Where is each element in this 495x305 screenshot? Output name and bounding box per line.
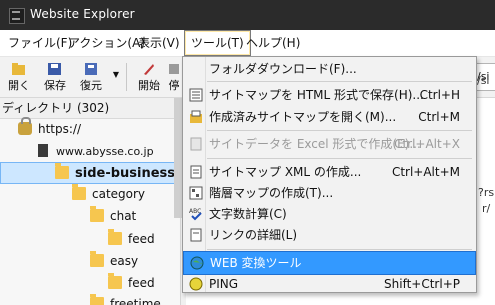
folder-icon (90, 251, 104, 267)
sitemap-icon (189, 88, 203, 102)
folder-icon (108, 229, 122, 245)
menu-item-link-details[interactable]: リンクの詳細(L) (183, 224, 476, 246)
tools-menu: フォルダダウンロード(F)... サイトマップを HTML 形式で保存(H)..… (182, 56, 477, 293)
menu-separator (207, 130, 472, 131)
menu-item-shortcut: Ctrl+H (419, 88, 460, 102)
save-button[interactable]: 保存 (40, 60, 70, 94)
tree-node-label: feed (128, 232, 155, 246)
rocket-icon (144, 64, 154, 75)
menu-separator (207, 81, 472, 82)
menu-item-folder-download[interactable]: フォルダダウンロード(F)... (183, 58, 476, 80)
tree-node-freetime[interactable]: freetime (90, 294, 174, 305)
tree-node-label: chat (110, 209, 137, 223)
folder-icon (72, 184, 86, 200)
tree-node-feed[interactable]: feed (108, 229, 174, 249)
excel-icon (190, 137, 202, 151)
tree-node-label: www.abysse.co.jp (56, 145, 154, 158)
menu-item-shortcut: Shift+Ctrl+P (384, 277, 460, 291)
menu-item-save-html[interactable]: サイトマップを HTML 形式で保存(H)... Ctrl+H (183, 84, 476, 106)
restore-icon (85, 63, 97, 75)
save-label: 保存 (44, 79, 66, 92)
menu-item-web-convert[interactable]: WEB 変換ツール (183, 251, 476, 275)
menu-bar: ファイル(F) アクション(A) 表示(V) ツール(T) ヘルプ(H) (0, 30, 495, 57)
restore-dropdown-icon[interactable]: ▼ (110, 60, 122, 94)
toolbar-separator (126, 63, 127, 91)
link-details-icon (190, 228, 202, 242)
tree-node-host[interactable]: www.abysse.co.jp (36, 141, 176, 161)
menu-separator (207, 249, 472, 250)
menu-item-shortcut: Ctrl+Alt+M (391, 165, 460, 179)
menu-item-hierarchy-map[interactable]: 階層マップの作成(T)... (183, 182, 476, 204)
stop-icon (169, 64, 179, 74)
menu-item-shortcut: Ctrl+M (418, 110, 460, 124)
tree-header: ディレクトリ (302) (0, 98, 182, 119)
menu-item-label: 文字数計算(C) (209, 207, 287, 221)
folder-icon (90, 294, 104, 305)
menu-item-label: 作成済みサイトマップを開く(M)... (209, 110, 397, 124)
menu-item-excel-export: サイトデータを Excel 形式で作成(E)... Ctrl+Alt+X (183, 133, 476, 155)
folder-icon (90, 206, 104, 222)
tree-node-label: easy (110, 254, 139, 268)
tree-node-side-business[interactable]: side-business (0, 162, 180, 184)
save-icon (48, 63, 61, 75)
globe-icon (190, 256, 204, 270)
tree-node-label: feed (128, 276, 155, 290)
tree-node-label: category (92, 187, 146, 201)
tree-node-label: freetime (110, 297, 161, 305)
app-icon (9, 8, 25, 24)
menu-item-label: サイトマップ XML の作成... (209, 165, 362, 179)
menu-item-open-sitemap[interactable]: 作成済みサイトマップを開く(M)... Ctrl+M (183, 106, 476, 128)
menu-item-sitemap-xml[interactable]: サイトマップ XML の作成... Ctrl+Alt+M (183, 161, 476, 183)
open-button[interactable]: 開く (4, 60, 34, 94)
tree-node-feed[interactable]: feed (108, 273, 174, 293)
menu-item-label: リンクの詳細(L) (209, 228, 298, 242)
stop-button[interactable]: 停 (166, 60, 182, 94)
tree-node-category[interactable]: category (72, 184, 172, 204)
hierarchy-icon (189, 186, 203, 200)
menu-help[interactable]: ヘルプ(H) (240, 30, 306, 56)
tree-node-https[interactable]: https:// (18, 117, 178, 139)
menu-item-char-count[interactable]: ABC 文字数計算(C) (183, 203, 476, 225)
menu-item-label: サイトデータを Excel 形式で作成(E)... (209, 137, 421, 151)
open-folder-icon (12, 63, 25, 75)
menu-item-ping[interactable]: PING Shift+Ctrl+P (183, 273, 476, 295)
restore-button[interactable]: 復元 (76, 60, 106, 94)
tree-node-label: side-business (75, 166, 176, 181)
menu-separator (207, 158, 472, 159)
open-sitemap-icon (190, 110, 202, 123)
menu-item-label: フォルダダウンロード(F)... (209, 62, 357, 76)
open-label: 開く (8, 79, 30, 92)
tree-node-chat[interactable]: chat (90, 206, 170, 226)
stop-label: 停 (168, 79, 180, 92)
title-bar: Website Explorer (0, 0, 495, 30)
folder-icon (55, 163, 69, 179)
start-button[interactable]: 開始 (134, 60, 164, 94)
tree-node-easy[interactable]: easy (90, 251, 170, 271)
menu-item-label: PING (209, 277, 239, 291)
tree-node-label: https:// (38, 122, 82, 136)
folder-icon (108, 273, 122, 289)
xml-document-icon (190, 165, 202, 179)
lock-icon (18, 117, 32, 135)
start-label: 開始 (138, 79, 160, 92)
spellcheck-icon: ABC (189, 208, 202, 221)
menu-item-label: WEB 変換ツール (210, 256, 302, 270)
restore-label: 復元 (80, 79, 102, 92)
content-fragment: /si (477, 74, 490, 87)
server-icon (38, 144, 48, 157)
window-title: Website Explorer (30, 7, 135, 21)
content-fragment: r/ (482, 202, 491, 215)
menu-item-shortcut: Ctrl+Alt+X (394, 137, 460, 151)
menu-view[interactable]: 表示(V) (132, 30, 186, 56)
content-fragment: ?rs (478, 186, 495, 199)
menu-item-label: 階層マップの作成(T)... (209, 186, 334, 200)
directory-tree: ディレクトリ (302) https:// www.abysse.co.jp s… (0, 98, 182, 305)
ping-icon (189, 277, 203, 291)
menu-item-label: サイトマップを HTML 形式で保存(H)... (209, 88, 424, 102)
